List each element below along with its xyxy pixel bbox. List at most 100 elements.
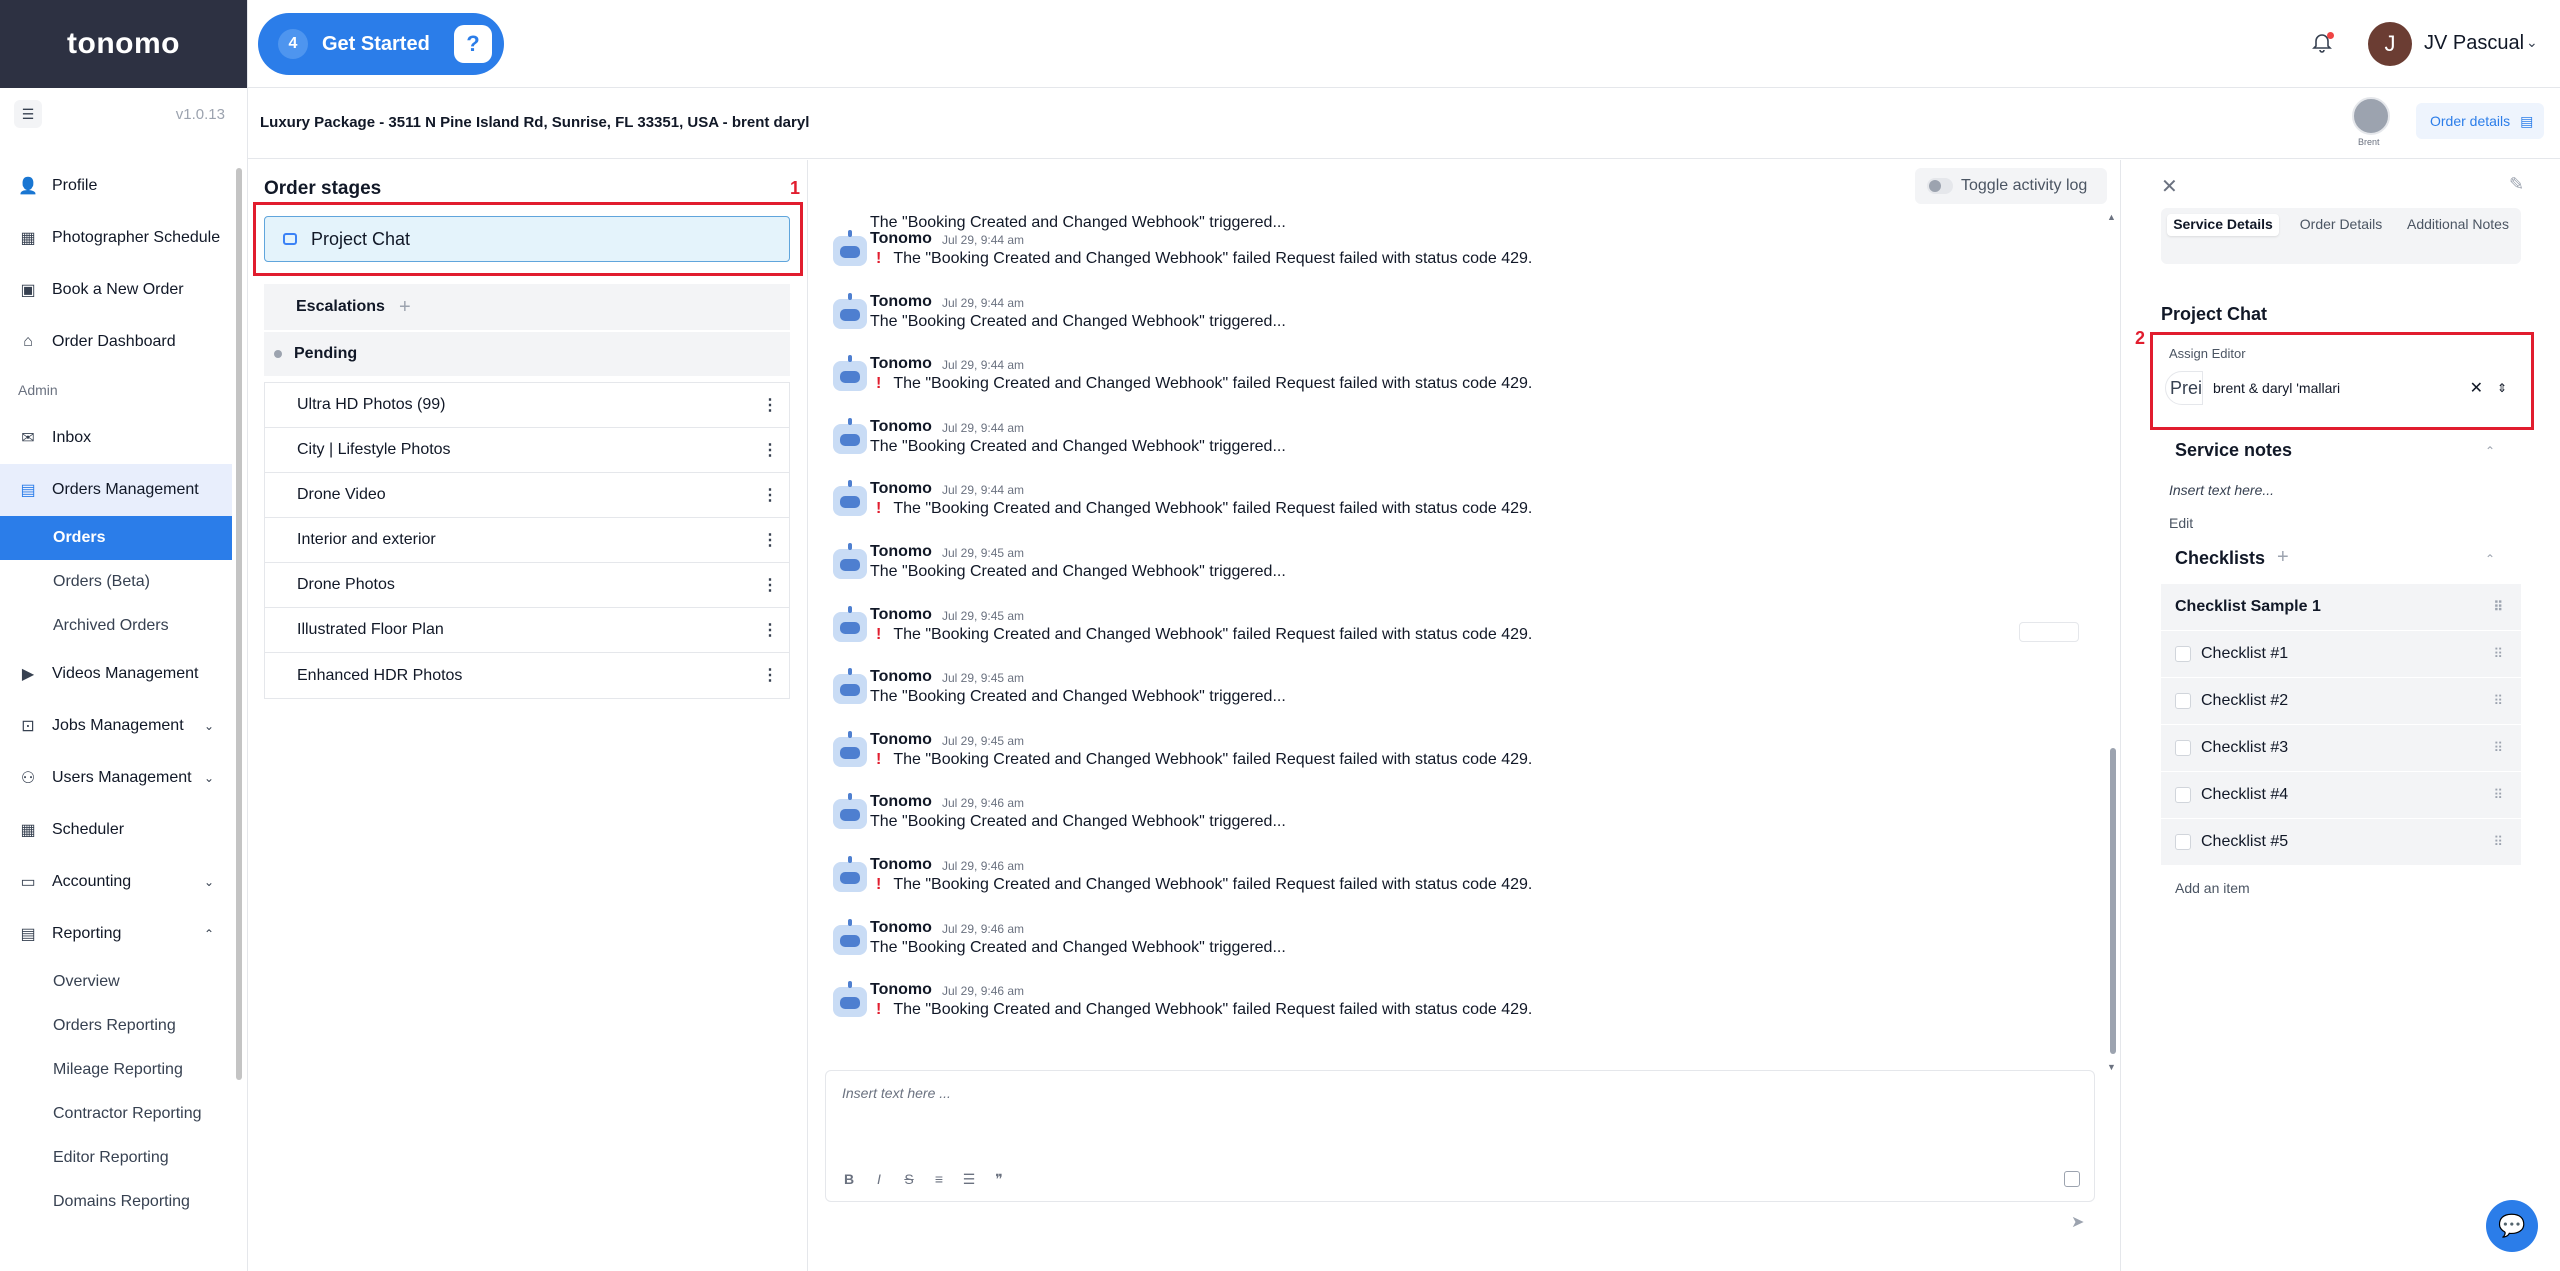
assign-editor-select[interactable]: Prei brent & daryl 'mallari ✕ ⇕ bbox=[2165, 366, 2515, 410]
chevron-up-icon[interactable]: ⌃ bbox=[2485, 552, 2495, 566]
chevron-down-icon[interactable]: ⌄ bbox=[204, 875, 214, 889]
tab-service-details[interactable]: Service Details bbox=[2167, 214, 2279, 236]
escalations-header[interactable]: Escalations + bbox=[264, 284, 790, 330]
nav-item-inbox[interactable]: ✉ Inbox bbox=[0, 412, 232, 464]
add-item-link[interactable]: Add an item bbox=[2175, 880, 2250, 896]
chat-scrollbar[interactable]: ▲ ▼ bbox=[2107, 212, 2116, 1072]
checkbox[interactable] bbox=[2175, 740, 2191, 756]
collapse-sidebar-icon[interactable]: ☰ bbox=[14, 100, 42, 128]
project-chat-stage[interactable]: Project Chat bbox=[264, 216, 790, 262]
pending-label: Pending bbox=[294, 345, 358, 362]
more-vertical-icon[interactable]: ⋮ bbox=[762, 575, 778, 595]
edit-notes-link[interactable]: Edit bbox=[2169, 515, 2193, 531]
stage-row[interactable]: Enhanced HDR Photos ⋮ bbox=[265, 653, 789, 698]
more-vertical-icon[interactable]: ⋮ bbox=[762, 440, 778, 460]
drag-handle-icon[interactable]: ⠿ bbox=[2493, 693, 2503, 709]
stage-row[interactable]: City | Lifestyle Photos ⋮ bbox=[265, 428, 789, 473]
brand-logo[interactable]: tonomo bbox=[0, 0, 247, 88]
select-arrows-icon[interactable]: ⇕ bbox=[2497, 381, 2507, 395]
service-notes-placeholder[interactable]: Insert text here... bbox=[2169, 482, 2274, 498]
bullet-list-icon[interactable]: ☰ bbox=[962, 1171, 976, 1188]
checkbox[interactable] bbox=[2175, 646, 2191, 662]
scroll-down-icon[interactable]: ▼ bbox=[2107, 1062, 2116, 1072]
nav-item-reporting[interactable]: ▤ Reporting ⌃ bbox=[0, 908, 232, 960]
stage-row[interactable]: Illustrated Floor Plan ⋮ bbox=[265, 608, 789, 653]
nav-sub-archived-orders[interactable]: Archived Orders bbox=[0, 604, 232, 648]
scroll-thumb[interactable] bbox=[2110, 748, 2116, 1054]
toggle-activity-log[interactable]: Toggle activity log bbox=[1915, 168, 2107, 204]
get-started-button[interactable]: 4 Get Started ? bbox=[258, 13, 504, 75]
user-name[interactable]: JV Pascual bbox=[2424, 32, 2524, 55]
stage-row[interactable]: Drone Video ⋮ bbox=[265, 473, 789, 518]
nav-item-orders-management[interactable]: ▤ Orders Management bbox=[0, 464, 232, 516]
nav-item-photographer-schedule[interactable]: ▦ Photographer Schedule bbox=[0, 212, 232, 264]
bell-icon[interactable] bbox=[2310, 30, 2336, 56]
ordered-list-icon[interactable]: ≡ bbox=[932, 1171, 946, 1188]
edit-icon[interactable]: ✎ bbox=[2509, 174, 2524, 195]
drag-handle-icon[interactable]: ⠿ bbox=[2493, 740, 2503, 756]
emoji-icon[interactable] bbox=[2064, 1171, 2080, 1187]
nav-sub-editor-reporting[interactable]: Editor Reporting bbox=[0, 1136, 232, 1180]
nav-item-profile[interactable]: 👤 Profile bbox=[0, 160, 232, 212]
tab-order-details[interactable]: Order Details bbox=[2285, 214, 2397, 236]
chevron-up-icon[interactable]: ⌃ bbox=[204, 927, 214, 941]
nav-sub-contractor-reporting[interactable]: Contractor Reporting bbox=[0, 1092, 232, 1136]
checkbox[interactable] bbox=[2175, 693, 2191, 709]
chevron-down-icon[interactable]: ⌄ bbox=[204, 771, 214, 785]
drag-handle-icon[interactable]: ⠿ bbox=[2493, 599, 2503, 615]
chat-icon bbox=[283, 233, 297, 245]
close-icon[interactable]: ✕ bbox=[2161, 174, 2178, 199]
drag-handle-icon[interactable]: ⠿ bbox=[2493, 787, 2503, 803]
add-checklist-icon[interactable]: + bbox=[2277, 546, 2289, 569]
nav-sub-domains-reporting[interactable]: Domains Reporting bbox=[0, 1180, 232, 1224]
nav-item-jobs-management[interactable]: ⊡ Jobs Management ⌄ bbox=[0, 700, 232, 752]
sidebar-scrollbar[interactable] bbox=[236, 168, 242, 1080]
scheduler-icon: ▦ bbox=[20, 822, 36, 839]
toggle-switch[interactable] bbox=[1927, 178, 1953, 194]
more-vertical-icon[interactable]: ⋮ bbox=[762, 395, 778, 415]
client-avatar[interactable] bbox=[2352, 97, 2390, 135]
stage-row[interactable]: Interior and exterior ⋮ bbox=[265, 518, 789, 563]
bold-icon[interactable]: B bbox=[842, 1171, 856, 1188]
checkbox[interactable] bbox=[2175, 787, 2191, 803]
jump-to-latest-button[interactable] bbox=[2019, 622, 2079, 642]
nav-sub-orders-reporting[interactable]: Orders Reporting bbox=[0, 1004, 232, 1048]
strikethrough-icon[interactable]: S bbox=[902, 1171, 916, 1188]
chevron-down-icon[interactable]: ⌄ bbox=[204, 719, 214, 733]
send-icon[interactable]: ➤ bbox=[2071, 1212, 2084, 1232]
nav-item-order-dashboard[interactable]: ⌂ Order Dashboard bbox=[0, 316, 232, 368]
chevron-down-icon[interactable]: ⌄ bbox=[2526, 34, 2538, 51]
nav-item-accounting[interactable]: ▭ Accounting ⌄ bbox=[0, 856, 232, 908]
nav-sub-mileage-reporting[interactable]: Mileage Reporting bbox=[0, 1048, 232, 1092]
stage-row[interactable]: Ultra HD Photos (99) ⋮ bbox=[265, 383, 789, 428]
drag-handle-icon[interactable]: ⠿ bbox=[2493, 646, 2503, 662]
clear-icon[interactable]: ✕ bbox=[2470, 378, 2483, 398]
help-chat-button[interactable]: 💬 bbox=[2486, 1200, 2538, 1252]
checkbox[interactable] bbox=[2175, 834, 2191, 850]
more-vertical-icon[interactable]: ⋮ bbox=[762, 485, 778, 505]
nav-item-label: Videos Management bbox=[52, 665, 199, 682]
more-vertical-icon[interactable]: ⋮ bbox=[762, 530, 778, 550]
order-details-button[interactable]: Order details ▤ bbox=[2416, 103, 2544, 139]
more-vertical-icon[interactable]: ⋮ bbox=[762, 620, 778, 640]
user-avatar[interactable]: J bbox=[2368, 22, 2412, 66]
nav-sub-orders[interactable]: Orders bbox=[0, 516, 232, 560]
chat-messages: The "Booking Created and Changed Webhook… bbox=[809, 208, 2099, 1058]
nav-item-scheduler[interactable]: ▦ Scheduler bbox=[0, 804, 232, 856]
add-escalation-icon[interactable]: + bbox=[399, 296, 411, 319]
italic-icon[interactable]: I bbox=[872, 1171, 886, 1188]
tab-additional-notes[interactable]: Additional Notes bbox=[2405, 214, 2511, 258]
more-vertical-icon[interactable]: ⋮ bbox=[762, 665, 778, 685]
pending-header[interactable]: Pending bbox=[264, 332, 790, 376]
nav-item-videos-management[interactable]: ▶ Videos Management bbox=[0, 648, 232, 700]
nav-sub-orders-beta[interactable]: Orders (Beta) bbox=[0, 560, 232, 604]
message-composer[interactable]: Insert text here ... B I S ≡ ☰ ❞ bbox=[825, 1070, 2095, 1202]
nav-item-users-management[interactable]: ⚇ Users Management ⌄ bbox=[0, 752, 232, 804]
nav-sub-overview[interactable]: Overview bbox=[0, 960, 232, 1004]
drag-handle-icon[interactable]: ⠿ bbox=[2493, 834, 2503, 850]
scroll-up-icon[interactable]: ▲ bbox=[2107, 212, 2116, 222]
nav-item-book-order[interactable]: ▣ Book a New Order bbox=[0, 264, 232, 316]
quote-icon[interactable]: ❞ bbox=[992, 1171, 1006, 1188]
chevron-up-icon[interactable]: ⌃ bbox=[2485, 444, 2495, 458]
stage-row[interactable]: Drone Photos ⋮ bbox=[265, 563, 789, 608]
